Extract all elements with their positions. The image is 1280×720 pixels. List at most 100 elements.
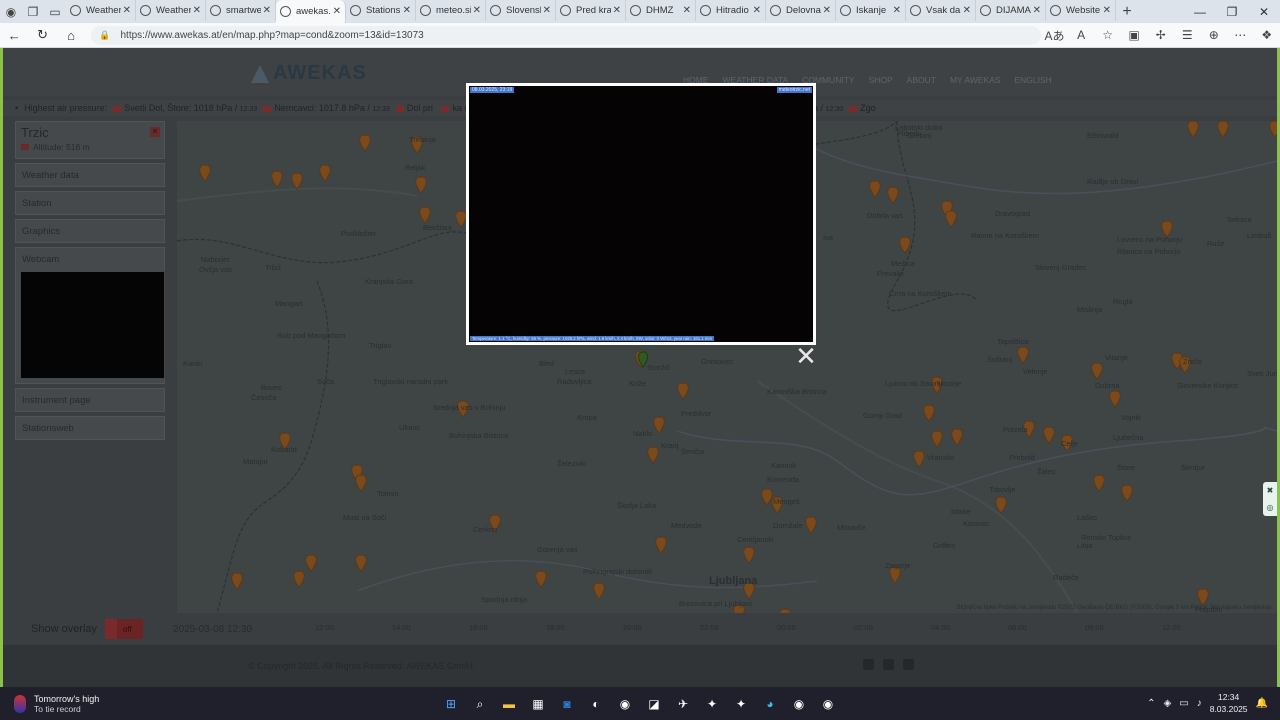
- maximize-icon[interactable]: ❐: [1216, 5, 1248, 19]
- close-tab-icon[interactable]: ✕: [543, 5, 551, 16]
- timeline-tick[interactable]: 22:00: [700, 623, 777, 632]
- side-widget[interactable]: ✖ ◎: [1263, 482, 1277, 516]
- app-icon[interactable]: ✈: [672, 693, 694, 715]
- minimize-icon[interactable]: —: [1184, 5, 1216, 19]
- close-tab-icon[interactable]: ✕: [193, 5, 201, 16]
- station-marker[interactable]: [913, 450, 925, 468]
- station-marker[interactable]: [1121, 484, 1133, 502]
- refresh-icon[interactable]: ↻: [28, 27, 56, 43]
- close-tab-icon[interactable]: ✕: [1033, 5, 1041, 16]
- overlay-timeline[interactable]: 12:00 14:00 16:00 18:00 20:00 22:00 00:00 02:00…: [315, 623, 1239, 632]
- station-marker[interactable]: [305, 554, 317, 572]
- modal-close-icon[interactable]: ✕: [795, 343, 817, 369]
- close-station-icon[interactable]: ✕: [150, 127, 160, 137]
- station-marker[interactable]: [1269, 121, 1277, 138]
- widget-icon[interactable]: ◎: [1267, 503, 1274, 512]
- close-tab-icon[interactable]: ✕: [963, 5, 971, 16]
- station-marker[interactable]: [415, 176, 427, 194]
- station-marker[interactable]: [951, 428, 963, 446]
- station-marker[interactable]: [931, 430, 943, 448]
- station-marker[interactable]: [1043, 426, 1055, 444]
- station-marker[interactable]: [419, 206, 431, 224]
- close-tab-icon[interactable]: ✕: [1103, 5, 1111, 16]
- station-marker[interactable]: [869, 180, 881, 198]
- station-marker[interactable]: [1109, 390, 1121, 408]
- station-marker[interactable]: [743, 546, 755, 564]
- close-tab-icon[interactable]: ✕: [893, 5, 901, 16]
- tab-0[interactable]: Weather ✕: [66, 0, 136, 21]
- station-marker[interactable]: [899, 236, 911, 254]
- home-icon[interactable]: ⌂: [57, 28, 85, 43]
- back-icon[interactable]: ←: [0, 28, 28, 43]
- timeline-tick[interactable]: 04:00: [931, 623, 1008, 632]
- station-marker[interactable]: [535, 570, 547, 588]
- app-icon[interactable]: ✦: [730, 693, 752, 715]
- timeline-tick[interactable]: 14:00: [392, 623, 469, 632]
- sidebar-item-webcam[interactable]: Webcam: [15, 247, 165, 384]
- station-marker[interactable]: [355, 474, 367, 492]
- station-marker[interactable]: [995, 496, 1007, 514]
- sidebar-item-graphics[interactable]: Graphics: [15, 219, 165, 243]
- tab-9[interactable]: Hitradio ✕: [696, 0, 766, 21]
- timeline-tick[interactable]: 08:00: [1085, 623, 1162, 632]
- webcam-thumbnail[interactable]: [20, 271, 165, 379]
- file-explorer-icon[interactable]: ▬: [498, 693, 520, 715]
- immersive-reader-icon[interactable]: A: [1068, 28, 1095, 42]
- tab-1[interactable]: Weather ✕: [136, 0, 206, 21]
- extension-icon[interactable]: ▣: [1121, 28, 1148, 42]
- lock-icon[interactable]: 🔒: [99, 30, 110, 41]
- weather-widget[interactable]: Tomorrow's high To tie record: [14, 694, 99, 714]
- close-window-icon[interactable]: ✕: [1248, 5, 1280, 19]
- volume-icon[interactable]: ♪: [1197, 698, 1202, 709]
- collections-icon[interactable]: ⊕: [1200, 28, 1227, 42]
- outlook-icon[interactable]: ◙: [556, 693, 578, 715]
- station-marker[interactable]: [653, 416, 665, 434]
- search-icon[interactable]: ⌕: [469, 693, 491, 715]
- puzzle-icon[interactable]: ✢: [1147, 28, 1174, 42]
- app-icon[interactable]: ◉: [788, 693, 810, 715]
- favorite-star-icon[interactable]: ☆: [1094, 28, 1121, 42]
- station-marker[interactable]: [355, 554, 367, 572]
- more-menu-icon[interactable]: ⋯: [1227, 28, 1254, 42]
- url-input[interactable]: 🔒 https://www.awekas.at/en/map.php?map=c…: [91, 25, 1042, 45]
- app-icon[interactable]: ✦: [701, 693, 723, 715]
- tab-12[interactable]: Vsak da ✕: [906, 0, 976, 21]
- station-marker[interactable]: [1187, 121, 1199, 138]
- nav-item-3[interactable]: SHOP: [869, 75, 893, 85]
- tab-11[interactable]: Iskanje ✕: [836, 0, 906, 21]
- facebook-icon[interactable]: [883, 659, 894, 670]
- station-marker[interactable]: [805, 516, 817, 534]
- workspaces-icon[interactable]: ❐: [22, 1, 44, 23]
- tab-5[interactable]: meteo.si ✕: [416, 0, 486, 21]
- start-icon[interactable]: ⊞: [440, 693, 462, 715]
- store-icon[interactable]: ▦: [527, 693, 549, 715]
- app-icon[interactable]: ◐: [585, 693, 607, 715]
- tab-8[interactable]: DHMZ ✕: [626, 0, 696, 21]
- station-marker[interactable]: [887, 186, 899, 204]
- tab-7[interactable]: Pred kra ✕: [556, 0, 626, 21]
- timeline-tick[interactable]: 00:00: [777, 623, 854, 632]
- profile-icon[interactable]: ◉: [0, 1, 22, 23]
- close-widget-icon[interactable]: ✖: [1267, 486, 1274, 495]
- tab-actions-icon[interactable]: ▭: [44, 1, 66, 23]
- close-tab-icon[interactable]: ✕: [333, 6, 341, 17]
- close-tab-icon[interactable]: ✕: [823, 5, 831, 16]
- email-icon[interactable]: [863, 659, 874, 670]
- copilot-icon[interactable]: ❖: [1254, 28, 1280, 42]
- read-aloud-icon[interactable]: Aあ: [1041, 27, 1068, 44]
- timeline-tick[interactable]: 18:00: [546, 623, 623, 632]
- twitter-icon[interactable]: [903, 659, 914, 670]
- nav-item-4[interactable]: ABOUT: [907, 75, 936, 85]
- new-tab-button[interactable]: +: [1116, 3, 1138, 21]
- app-icon[interactable]: ◉: [817, 693, 839, 715]
- close-tab-icon[interactable]: ✕: [613, 5, 621, 16]
- timeline-tick[interactable]: 12:00: [1162, 623, 1239, 632]
- sidebar-item-stationsweb[interactable]: Stationsweb: [15, 416, 165, 440]
- station-marker[interactable]: [1197, 588, 1209, 606]
- station-marker[interactable]: [293, 570, 305, 588]
- timeline-tick[interactable]: 20:00: [623, 623, 700, 632]
- clock[interactable]: 12:34 8.03.2025: [1210, 691, 1248, 715]
- station-marker[interactable]: [319, 164, 331, 182]
- station-marker[interactable]: [199, 164, 211, 182]
- tab-3[interactable]: awekas.at✕: [276, 0, 346, 23]
